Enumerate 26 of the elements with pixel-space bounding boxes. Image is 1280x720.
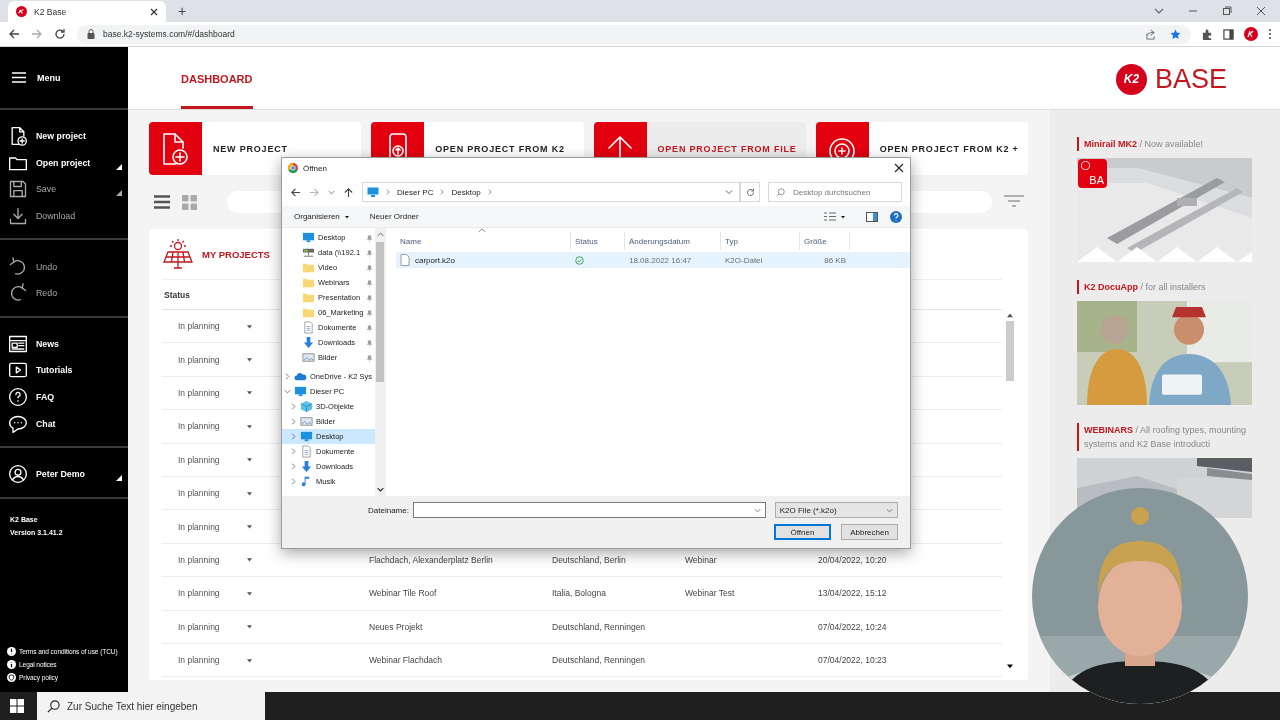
table-cell-text: 07/04/2022, 10:23 (818, 655, 888, 666)
table-cell-text: 13/04/2022, 15:12 (818, 588, 888, 599)
table-cell-text: 20/04/2022, 10:20 (818, 554, 888, 565)
type-text: K2O-Datei (724, 255, 764, 265)
table-cell-text: 07/04/2022, 10:24 (818, 621, 888, 632)
logo-text: BASE (1154, 63, 1227, 95)
table-cell-text: Italia, Bologna (552, 588, 607, 599)
table-cell-text: Webinar Test (685, 588, 736, 599)
size-text: 86 KB (823, 255, 847, 265)
product-badge: BA (1078, 159, 1107, 188)
url-text: base.k2-systems.com/#/dashboard (103, 29, 236, 39)
table-cell-text: Neues Projekt (369, 621, 424, 632)
dialog-title: Öffnen (303, 163, 327, 173)
table-cell-text: Webinar (685, 554, 718, 565)
table-cell-text: Deutschland, Berlin (552, 554, 627, 565)
table-cell-text: Webinar Tile Roof (369, 588, 438, 599)
table-cell-text: Deutschland, Renningen (552, 655, 647, 666)
date-text: 18.08.2022 16:47 (628, 255, 693, 265)
table-cell-text: Flachdach, Alexanderplatz Berlin (369, 554, 494, 565)
table-cell-text: Deutschland, Renningen (552, 621, 647, 632)
tab-title: K2 Base (34, 6, 68, 17)
logo-mark: K2 (1115, 63, 1147, 95)
table-cell-text: Webinar Flachdach (369, 655, 444, 666)
file-name: carport.k2o (415, 255, 456, 265)
section-title: MY PROJECTS (202, 248, 270, 260)
field-label: Dateiname: (368, 505, 409, 515)
